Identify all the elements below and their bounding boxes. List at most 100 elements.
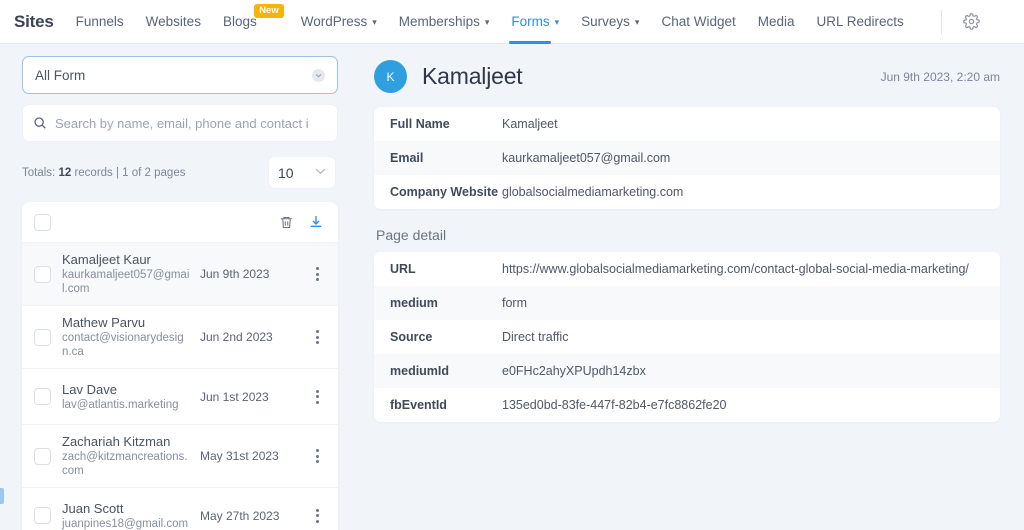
chevron-down-icon: ▾ xyxy=(554,17,560,27)
row-checkbox-wrap xyxy=(34,328,51,346)
row-menu-icon[interactable] xyxy=(308,330,326,344)
list-toolbar xyxy=(22,202,338,243)
list-item[interactable]: Juan Scott juanpines18@gmail.com May 27th … xyxy=(22,488,338,530)
app-brand-sites: Sites xyxy=(14,11,54,31)
select-all-checkbox[interactable] xyxy=(34,213,51,231)
field-key: fbEventId xyxy=(390,397,447,412)
row-checkbox[interactable] xyxy=(34,328,51,346)
list-item-name: Juan Scott xyxy=(62,500,124,516)
chevron-down-icon: ▾ xyxy=(484,17,490,27)
field-key: Full Name xyxy=(390,116,450,131)
list-item-info: Lav Dave lav@atlantis.marketing xyxy=(62,382,190,412)
nav-item-media[interactable]: Media xyxy=(758,0,795,44)
form-filter-value: All Form xyxy=(35,67,86,83)
nav-item-websites[interactable]: Websites xyxy=(146,0,201,44)
field-key: Email xyxy=(390,150,424,165)
field-value: globalsocialmediamarketing.com xyxy=(502,184,684,199)
download-icon[interactable] xyxy=(308,214,324,230)
list-item-email: zach@kitzmancreations.com xyxy=(62,451,188,477)
search-input-wrapper[interactable] xyxy=(22,104,338,142)
table-row: mediumId e0FHc2ahyXPUpdh14zbx xyxy=(374,354,1000,388)
nav-item-label: Surveys xyxy=(581,14,630,29)
nav-item-label: WordPress xyxy=(300,14,368,29)
nav-item-forms[interactable]: Forms ▾ xyxy=(509,0,560,44)
nav-item-funnels[interactable]: Funnels xyxy=(76,0,124,44)
list-item-date: Jun 9th 2023 xyxy=(200,267,270,281)
field-value: form xyxy=(502,295,527,310)
nav-item-label: Websites xyxy=(145,14,201,29)
left-edge-indicator xyxy=(0,488,4,504)
submission-detail-panel: K Kamaljeet Jun 9th 2023, 2:20 am Full N… xyxy=(348,44,1024,530)
row-checkbox-wrap xyxy=(34,388,51,405)
chevron-down-icon: ▾ xyxy=(372,17,377,27)
list-item[interactable]: Kamaljeet Kaur kaurkamaljeet057@gmail.com… xyxy=(22,243,338,306)
page-body: All Form Totals: 12 records | 1 of 2 pag… xyxy=(0,44,1024,530)
table-row: medium form xyxy=(374,286,1000,320)
row-menu-icon[interactable] xyxy=(308,389,326,404)
form-filter-select[interactable]: All Form xyxy=(22,56,338,94)
search-icon xyxy=(33,116,47,130)
list-item[interactable]: Zachariah Kitzman zach@kitzmancreations.c… xyxy=(22,425,338,488)
search-input[interactable] xyxy=(55,115,327,131)
trash-icon[interactable] xyxy=(279,215,294,230)
nav-item-url-redirects[interactable]: URL Redirects xyxy=(817,0,904,44)
field-key: Source xyxy=(390,329,433,344)
table-row: Source Direct traffic xyxy=(374,320,1000,354)
nav-item-label: Media xyxy=(757,14,795,29)
list-item[interactable]: Lav Dave lav@atlantis.marketing Jun 1st 20… xyxy=(22,369,338,425)
nav-item-wordpress[interactable]: WordPress ▾ xyxy=(301,0,377,44)
field-value: Direct traffic xyxy=(502,329,569,344)
list-item[interactable]: Mathew Parvu contact@visionarydesign.ca Ju… xyxy=(22,306,338,369)
row-checkbox[interactable] xyxy=(34,265,51,283)
row-checkbox-wrap xyxy=(34,507,51,524)
list-item-date: Jun 1st 2023 xyxy=(200,389,269,404)
nav-item-surveys[interactable]: Surveys ▾ xyxy=(581,0,639,44)
field-key: medium xyxy=(390,295,438,310)
totals-row: Totals: 12 records | 1 of 2 pages 10 xyxy=(22,156,338,189)
list-item-email: lav@atlantis.marketing xyxy=(62,398,179,411)
top-navigation-bar: Sites Funnels Websites Blogs New WordPress ▾ M… xyxy=(0,0,1024,44)
totals-suffix: records | 1 of 2 pages xyxy=(74,166,186,179)
submission-timestamp: Jun 9th 2023, 2:20 am xyxy=(880,69,1000,84)
list-item-email: contact@visionarydesign.ca xyxy=(62,332,184,358)
page-detail-table: URL https://www.globalsocialmediamarketin… xyxy=(374,252,1000,422)
list-item-info: Juan Scott juanpines18@gmail.com xyxy=(62,501,190,530)
submissions-sidebar: All Form Totals: 12 records | 1 of 2 pag… xyxy=(0,44,348,530)
table-row: URL https://www.globalsocialmediamarketin… xyxy=(374,252,1000,286)
row-checkbox[interactable] xyxy=(34,447,51,465)
detail-header: K Kamaljeet Jun 9th 2023, 2:20 am xyxy=(374,60,1000,93)
row-menu-icon[interactable] xyxy=(308,508,326,523)
row-menu-icon[interactable] xyxy=(308,449,326,463)
per-page-select[interactable]: 10 xyxy=(268,156,336,189)
nav-item-chat-widget[interactable]: Chat Widget xyxy=(661,0,735,44)
submissions-list-card: Kamaljeet Kaur kaurkamaljeet057@gmail.com… xyxy=(22,202,338,530)
row-checkbox[interactable] xyxy=(34,507,51,524)
clear-circle-icon[interactable] xyxy=(312,68,325,82)
table-row: Company Website globalsocialmediamarketin… xyxy=(374,175,1000,209)
list-item-info: Zachariah Kitzman zach@kitzmancreations.c… xyxy=(62,434,190,478)
row-checkbox-wrap xyxy=(34,265,51,283)
gear-icon[interactable] xyxy=(958,9,984,35)
list-item-date: May 31st 2023 xyxy=(200,449,279,463)
list-item-info: Mathew Parvu contact@visionarydesign.ca xyxy=(62,315,190,359)
nav-item-memberships[interactable]: Memberships ▾ xyxy=(399,0,490,44)
totals-count: 12 xyxy=(58,166,72,179)
totals-text: Totals: 12 records | 1 of 2 pages xyxy=(22,167,185,179)
nav-item-label: Memberships xyxy=(398,14,480,29)
page-title: Kamaljeet xyxy=(422,63,523,89)
row-checkbox[interactable] xyxy=(34,388,51,405)
table-row: fbEventId 135ed0bd-83fe-447f-82b4-e7fc886… xyxy=(374,388,1000,422)
list-item-name: Zachariah Kitzman xyxy=(62,434,171,449)
per-page-value: 10 xyxy=(278,164,294,181)
table-row: Full Name Kamaljeet xyxy=(374,107,1000,141)
nav-item-blogs[interactable]: Blogs New xyxy=(223,0,284,44)
list-item-name: Lav Dave xyxy=(62,381,117,397)
chevron-down-icon: ▾ xyxy=(634,17,640,27)
row-menu-icon[interactable] xyxy=(308,267,326,281)
list-item-email: kaurkamaljeet057@gmail.com xyxy=(62,269,190,295)
field-value: e0FHc2ahyXPUpdh14zbx xyxy=(502,363,646,378)
page-detail-heading: Page detail xyxy=(376,227,447,243)
field-value: https://www.globalsocialmediamarketing.c… xyxy=(502,261,969,276)
field-key: mediumId xyxy=(390,363,450,378)
list-item-name: Kamaljeet Kaur xyxy=(62,252,151,267)
